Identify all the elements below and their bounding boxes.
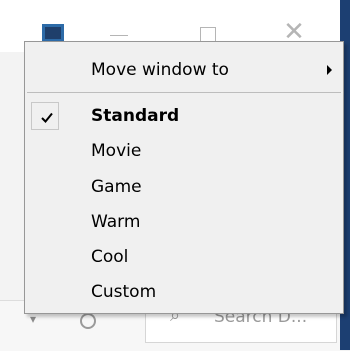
menu-item-warm[interactable]: Warm — [27, 206, 341, 238]
minimize-icon[interactable] — [110, 35, 128, 36]
menu-item-move-window[interactable]: Move window to — [27, 54, 341, 86]
checkmark-icon — [41, 112, 53, 123]
menu-item-movie[interactable]: Movie — [27, 135, 341, 167]
menu-item-custom[interactable]: Custom — [27, 276, 341, 308]
app-icon[interactable] — [42, 24, 64, 42]
menu-separator — [27, 92, 341, 93]
menu-item-label: Warm — [91, 212, 141, 232]
menu-item-label: Standard — [91, 106, 180, 126]
chevron-right-icon — [327, 65, 332, 75]
menu-item-label: Custom — [91, 282, 157, 302]
menu-item-label: Move window to — [91, 60, 229, 80]
check-indicator — [31, 102, 59, 130]
menu-item-label: Movie — [91, 141, 142, 161]
chevron-down-icon[interactable]: ▾ — [30, 312, 36, 326]
refresh-icon[interactable] — [80, 313, 96, 329]
context-menu: Move window to Standard Movie Game Warm … — [24, 41, 344, 314]
menu-item-label: Game — [91, 177, 142, 197]
menu-item-game[interactable]: Game — [27, 171, 341, 203]
menu-item-standard[interactable]: Standard — [27, 100, 341, 132]
menu-item-label: Cool — [91, 247, 129, 267]
menu-item-cool[interactable]: Cool — [27, 241, 341, 273]
